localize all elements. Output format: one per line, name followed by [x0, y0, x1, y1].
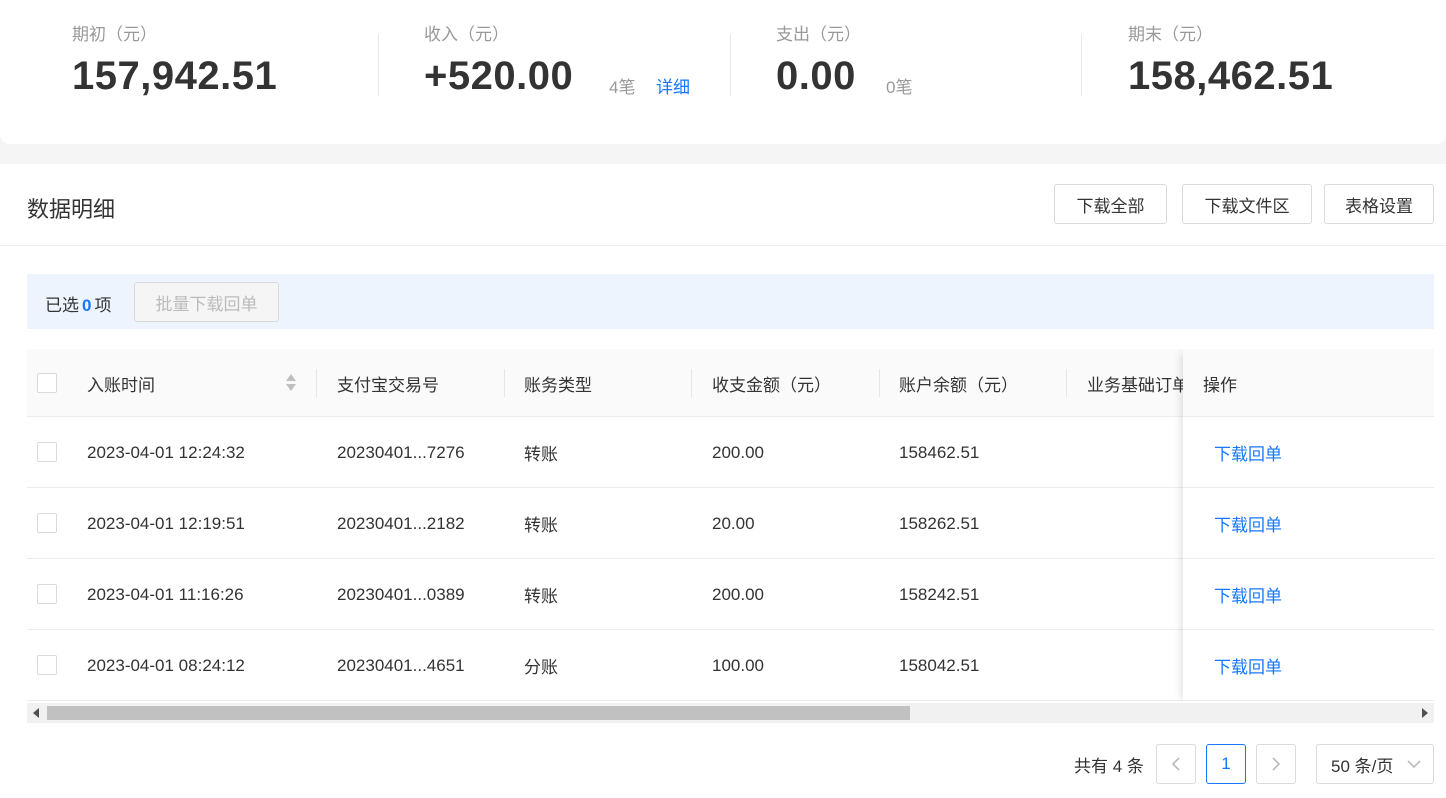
- scroll-right-icon[interactable]: [1422, 708, 1428, 718]
- scrollbar-thumb[interactable]: [47, 706, 910, 720]
- income-count: 4笔: [609, 78, 636, 97]
- action-cell: 下载回单: [1183, 488, 1434, 559]
- cell-time: 2023-04-01 11:16:26: [87, 584, 244, 604]
- opening-label: 期初（元）: [72, 25, 157, 44]
- cell-type: 分账: [524, 658, 558, 677]
- selection-bar: 已选 0 项 批量下载回单: [27, 274, 1434, 329]
- scroll-left-icon[interactable]: [33, 708, 39, 718]
- horizontal-scrollbar[interactable]: [27, 703, 1434, 723]
- closing-value: 158,462.51: [1128, 54, 1334, 98]
- data-detail-panel: 数据明细 下载全部 下载文件区 表格设置 已选 0 项 批量下载回单 入账时间 支付…: [0, 164, 1446, 798]
- chevron-down-icon: [1407, 760, 1421, 769]
- selection-suffix: 项: [94, 296, 112, 315]
- column-header-time: 入账时间: [87, 375, 155, 395]
- cell-amount: 20.00: [712, 513, 755, 533]
- action-cell: 下载回单: [1183, 417, 1434, 488]
- cell-time: 2023-04-01 12:19:51: [87, 513, 245, 533]
- column-separator: [1066, 369, 1067, 397]
- cell-time: 2023-04-01 12:24:32: [87, 442, 245, 462]
- income-detail-link[interactable]: 详细: [656, 73, 690, 98]
- batch-download-button[interactable]: 批量下载回单: [134, 282, 279, 322]
- fixed-action-column: 操作 下载回单 下载回单 下载回单 下载回单: [1183, 349, 1434, 703]
- table-settings-button[interactable]: 表格设置: [1324, 184, 1434, 224]
- row-checkbox[interactable]: [37, 442, 57, 462]
- divider: [730, 34, 731, 96]
- column-header-type: 账务类型: [524, 375, 592, 395]
- cell-type: 转账: [524, 445, 558, 464]
- cell-amount: 200.00: [712, 584, 764, 604]
- row-checkbox[interactable]: [37, 655, 57, 675]
- download-receipt-link[interactable]: 下载回单: [1214, 630, 1282, 701]
- panel-title: 数据明细: [27, 197, 116, 222]
- page-size-select[interactable]: 50 条/页: [1316, 744, 1434, 784]
- column-separator: [691, 369, 692, 397]
- cell-trade-no: 20230401...7276: [337, 442, 465, 462]
- action-cell: 下载回单: [1183, 559, 1434, 630]
- cell-time: 2023-04-01 08:24:12: [87, 655, 245, 675]
- divider: [0, 245, 1446, 246]
- column-header-action: 操作: [1203, 375, 1237, 395]
- column-header-order: 业务基础订单: [1087, 375, 1187, 395]
- column-separator: [316, 369, 317, 397]
- column-header-trade-no: 支付宝交易号: [337, 375, 439, 395]
- page-size-value: 50 条/页: [1331, 756, 1394, 776]
- cell-amount: 100.00: [712, 655, 764, 675]
- divider: [378, 34, 379, 96]
- row-checkbox[interactable]: [37, 513, 57, 533]
- expense-label: 支出（元）: [776, 25, 861, 44]
- closing-label: 期末（元）: [1128, 25, 1213, 44]
- pagination-total: 共有 4 条: [1074, 757, 1144, 776]
- download-receipt-link[interactable]: 下载回单: [1214, 417, 1282, 488]
- column-header-balance: 账户余额（元）: [899, 375, 1018, 395]
- expense-value: 0.00: [776, 54, 856, 98]
- sort-icon[interactable]: [285, 374, 297, 392]
- prev-page-button[interactable]: [1156, 744, 1196, 784]
- income-label: 收入（元）: [424, 25, 509, 44]
- action-cell: 下载回单: [1183, 630, 1434, 701]
- column-separator: [879, 369, 880, 397]
- cell-amount: 200.00: [712, 442, 764, 462]
- action-header: 操作: [1183, 349, 1434, 417]
- income-value: +520.00: [424, 54, 574, 98]
- expense-count: 0笔: [886, 78, 913, 97]
- cell-trade-no: 20230401...2182: [337, 513, 465, 533]
- opening-value: 157,942.51: [72, 54, 278, 98]
- cell-balance: 158042.51: [899, 655, 980, 675]
- transactions-table: 入账时间 支付宝交易号 账务类型 收支金额（元） 账户余额（元） 业务基础订单 …: [27, 349, 1434, 703]
- cell-balance: 158262.51: [899, 513, 980, 533]
- column-header-amount: 收支金额（元）: [712, 375, 831, 395]
- summary-panel: 期初（元） 157,942.51 收入（元） +520.00 4笔 详细 支出（…: [0, 0, 1446, 144]
- download-files-button[interactable]: 下载文件区: [1182, 184, 1312, 224]
- selection-text: 已选 0 项: [45, 291, 111, 316]
- cell-type: 转账: [524, 587, 558, 606]
- page-1-button[interactable]: 1: [1206, 744, 1246, 784]
- chevron-right-icon: [1272, 757, 1281, 771]
- cell-type: 转账: [524, 516, 558, 535]
- divider: [1081, 34, 1082, 96]
- cell-trade-no: 20230401...4651: [337, 655, 465, 675]
- selection-count: 0: [82, 296, 92, 315]
- next-page-button[interactable]: [1256, 744, 1296, 784]
- cell-balance: 158242.51: [899, 584, 980, 604]
- cell-balance: 158462.51: [899, 442, 980, 462]
- select-all-checkbox[interactable]: [37, 373, 57, 393]
- download-receipt-link[interactable]: 下载回单: [1214, 488, 1282, 559]
- column-separator: [504, 369, 505, 397]
- chevron-left-icon: [1171, 757, 1180, 771]
- download-all-button[interactable]: 下载全部: [1054, 184, 1167, 224]
- download-receipt-link[interactable]: 下载回单: [1214, 559, 1282, 630]
- selection-prefix: 已选: [45, 296, 79, 315]
- cell-trade-no: 20230401...0389: [337, 584, 465, 604]
- row-checkbox[interactable]: [37, 584, 57, 604]
